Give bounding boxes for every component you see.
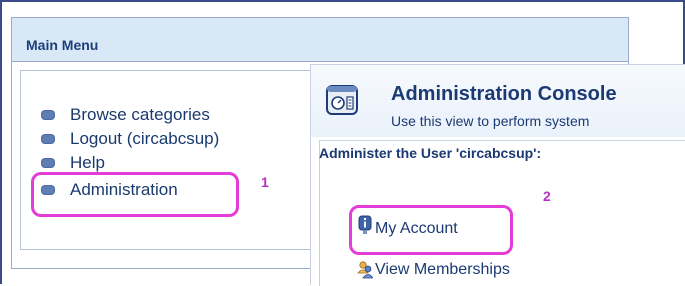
bullet-icon xyxy=(41,134,55,144)
users-icon xyxy=(357,261,373,279)
console-description: Use this view to perform system xyxy=(391,113,590,129)
annotation-number-2: 2 xyxy=(543,188,551,204)
main-menu-title: Main Menu xyxy=(26,37,99,53)
highlight-my-account xyxy=(349,205,513,255)
menu-item-label: Help xyxy=(70,153,105,172)
annotation-number-1: 1 xyxy=(261,174,269,190)
highlight-administration xyxy=(31,172,239,217)
console-icon xyxy=(326,85,358,115)
view-memberships-label: View Memberships xyxy=(375,261,510,278)
main-menu-header: Main Menu xyxy=(12,18,628,62)
administer-user-label: Administer the User 'circabcsup': xyxy=(319,145,542,161)
menu-item-label: Browse categories xyxy=(70,105,210,124)
main-menu-list: Browse categories Logout (circabcsup) He… xyxy=(20,70,314,250)
bullet-icon xyxy=(41,110,55,120)
console-header: Administration Console Use this view to … xyxy=(311,65,685,137)
view-memberships-link[interactable]: View Memberships xyxy=(357,261,510,279)
window-left-border xyxy=(0,0,2,284)
bullet-icon xyxy=(41,158,55,168)
menu-item-browse-categories[interactable]: Browse categories xyxy=(41,103,210,127)
window-top-border xyxy=(0,0,685,2)
console-title: Administration Console xyxy=(391,83,617,105)
menu-item-logout[interactable]: Logout (circabcsup) xyxy=(41,127,219,151)
menu-item-label: Logout (circabcsup) xyxy=(70,129,220,148)
